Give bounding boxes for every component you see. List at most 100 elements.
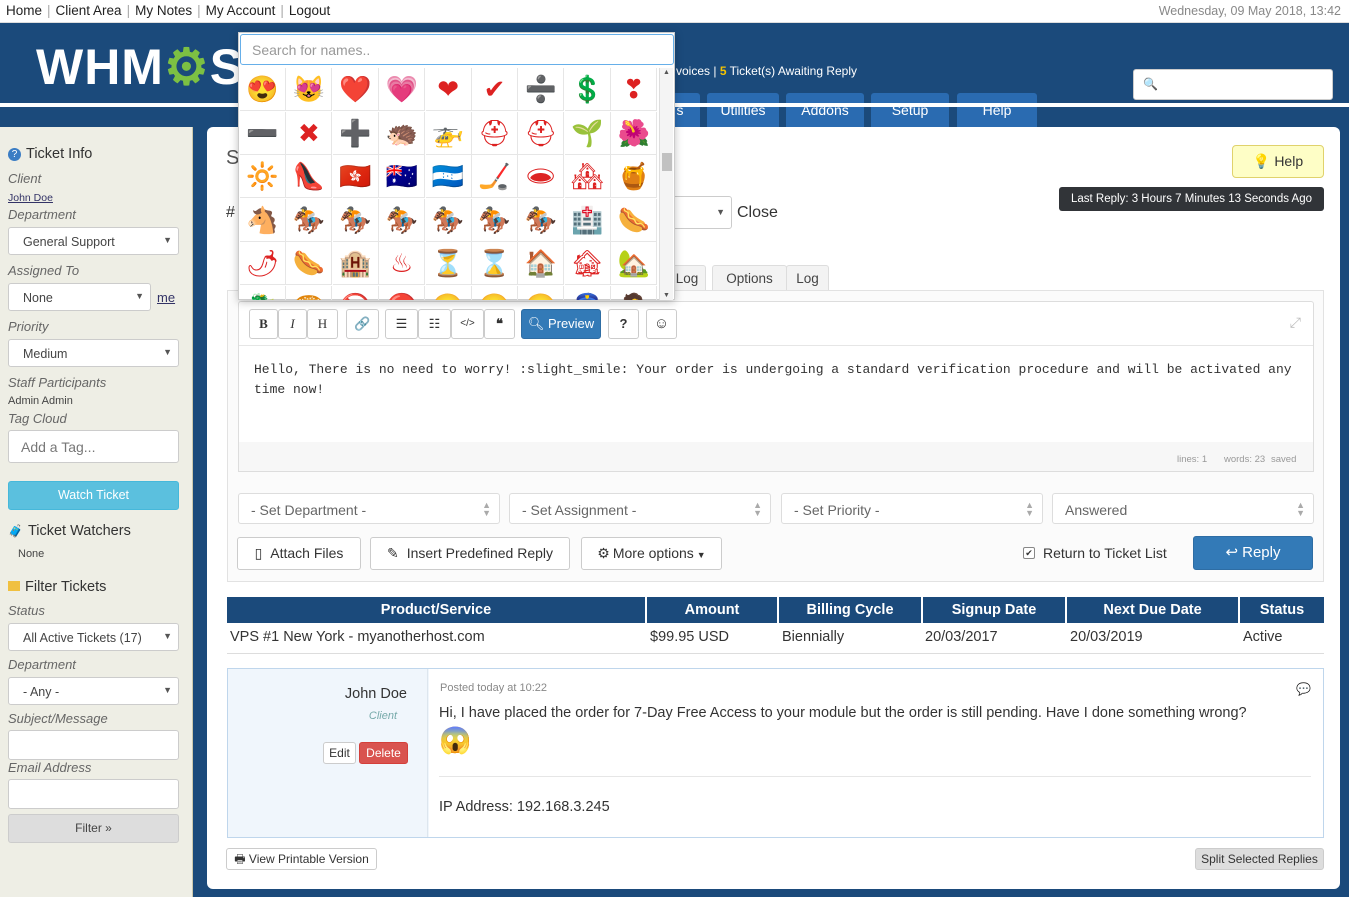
set-priority-select[interactable]: - Set Priority - ▲ ▼	[781, 493, 1043, 524]
assign-me-link[interactable]: me	[157, 290, 175, 305]
emoji-cell[interactable]: 🕳	[518, 155, 565, 199]
filter-button[interactable]: Filter »	[8, 814, 179, 843]
priority-select[interactable]: Medium ▼	[8, 339, 179, 367]
filter-department-select[interactable]: - Any - ▼	[8, 677, 179, 705]
emoji-cell[interactable]: 🇭🇲	[379, 155, 426, 199]
editor-textarea[interactable]: Hello, There is no need to worry! :sligh…	[254, 360, 1299, 400]
watch-ticket-button[interactable]: Watch Ticket	[8, 481, 179, 510]
emoji-cell[interactable]: 🌶	[240, 242, 286, 286]
nav-client-area[interactable]: Client Area	[56, 3, 122, 18]
emoji-cell[interactable]: 🔴	[379, 286, 426, 300]
tab-log[interactable]: Log	[786, 265, 829, 291]
emoji-button[interactable]: ☺	[646, 309, 677, 339]
set-assignment-select[interactable]: - Set Assignment - ▲ ▼	[509, 493, 771, 524]
delete-button[interactable]: Delete	[359, 742, 408, 764]
emoji-cell[interactable]: 🏇	[379, 198, 426, 242]
status-select[interactable]: Answered ▲ ▼	[1052, 493, 1314, 524]
assigned-select[interactable]: None ▼	[8, 283, 151, 311]
scroll-up-icon[interactable]: ▲	[663, 69, 670, 76]
more-options-button[interactable]: ⚙ More options ▼	[581, 537, 722, 570]
department-select[interactable]: General Support ▼	[8, 227, 179, 255]
nav-tab-setup[interactable]: Setup	[871, 93, 949, 128]
emoji-cell[interactable]: 🌭	[286, 242, 333, 286]
emoji-cell[interactable]: 🏡	[611, 242, 658, 286]
reply-button[interactable]: ↩ Reply	[1193, 536, 1313, 570]
emoji-cell[interactable]: 🥯	[286, 286, 333, 300]
emoji-cell[interactable]: 🏒	[472, 155, 518, 199]
emoji-cell[interactable]: 🚁	[425, 111, 472, 155]
quote-button[interactable]: ❝	[484, 309, 515, 339]
expand-icon[interactable]: ⤢	[1290, 314, 1301, 331]
set-department-select[interactable]: - Set Department - ▲ ▼	[238, 493, 500, 524]
return-to-list-checkbox[interactable]: ✔	[1023, 547, 1035, 559]
emoji-cell[interactable]: ❤	[425, 68, 472, 111]
emoji-cell[interactable]: 💲	[564, 68, 611, 111]
ticket-status-select[interactable]: ▼	[670, 196, 732, 229]
emoji-cell[interactable]: 🏇	[518, 198, 565, 242]
tab-options[interactable]: Options	[712, 265, 787, 291]
emoji-cell[interactable]: 🌺	[611, 111, 658, 155]
emoji-cell[interactable]: 🐉	[240, 286, 286, 300]
emoji-cell[interactable]: 🏚	[564, 242, 611, 286]
tag-input[interactable]: Add a Tag...	[8, 430, 179, 463]
emoji-cell[interactable]: ➖	[240, 111, 286, 155]
emoji-cell[interactable]: 👮	[565, 286, 611, 300]
nav-tab-addons[interactable]: Addons	[786, 93, 864, 128]
emoji-cell[interactable]: 💗	[379, 68, 426, 111]
link-button[interactable]: 🔗	[346, 309, 379, 339]
markdown-help-button[interactable]: ?	[608, 309, 639, 339]
close-ticket-link[interactable]: Close	[737, 204, 778, 222]
emoji-cell[interactable]: 😁	[518, 286, 565, 300]
subject-input[interactable]	[8, 730, 179, 760]
scroll-thumb[interactable]	[662, 153, 672, 171]
emoji-cell[interactable]: ✔	[472, 68, 518, 111]
awaiting-text[interactable]: Ticket(s) Awaiting Reply	[730, 64, 857, 78]
emoji-cell[interactable]: ⌛	[472, 242, 518, 286]
emoji-cell[interactable]: ✖	[286, 111, 333, 155]
insert-predefined-button[interactable]: ✎ Insert Predefined Reply	[370, 537, 570, 570]
invoices-link[interactable]: voices |	[676, 64, 716, 78]
emoji-cell[interactable]: 🏇	[286, 198, 333, 242]
emoji-cell[interactable]: 😀	[426, 286, 472, 300]
emoji-cell[interactable]: 😻	[286, 68, 333, 111]
emoji-cell[interactable]: 🐴	[240, 198, 286, 242]
bold-button[interactable]: B	[249, 309, 278, 339]
emoji-cell[interactable]: 🏇	[425, 198, 472, 242]
edit-button[interactable]: Edit	[323, 742, 356, 764]
emoji-cell[interactable]: ➕	[332, 111, 379, 155]
status-filter-select[interactable]: All Active Tickets (17) ▼	[8, 623, 179, 651]
emoji-cell[interactable]: 🚫	[333, 286, 379, 300]
emoji-cell[interactable]: ⛑	[472, 111, 518, 155]
nav-tab-help[interactable]: Help	[957, 93, 1037, 128]
emoji-scrollbar[interactable]: ▲ ▼	[659, 68, 673, 300]
emoji-cell[interactable]: 🏇	[332, 198, 379, 242]
nav-logout[interactable]: Logout	[289, 3, 330, 18]
client-link[interactable]: John Doe	[8, 192, 53, 204]
emoji-cell[interactable]: ❤️	[332, 68, 379, 111]
comment-icon[interactable]: 💬	[1296, 682, 1311, 696]
scroll-down-icon[interactable]: ▼	[663, 292, 670, 299]
emoji-cell[interactable]: 🍯	[611, 155, 658, 199]
emoji-cell[interactable]: 😍	[240, 68, 286, 111]
emoji-cell[interactable]: ⏳	[425, 242, 472, 286]
numbered-list-button[interactable]: ☷	[418, 309, 451, 339]
emoji-cell[interactable]: 🏇	[472, 198, 518, 242]
email-input[interactable]	[8, 779, 179, 809]
preview-button[interactable]: 🔍︎ Preview	[521, 309, 601, 339]
bulleted-list-button[interactable]: ☰	[385, 309, 418, 339]
split-replies-button[interactable]: Split Selected Replies	[1195, 848, 1324, 870]
emoji-cell[interactable]: 😃	[472, 286, 518, 300]
code-button[interactable]: </>	[451, 309, 484, 339]
attach-files-button[interactable]: ▯ Attach Files	[237, 537, 361, 570]
emoji-cell[interactable]: 🏘	[564, 155, 611, 199]
emoji-cell[interactable]: 🇭🇰	[332, 155, 379, 199]
italic-button[interactable]: I	[278, 309, 307, 339]
return-to-list-label[interactable]: Return to Ticket List	[1043, 545, 1167, 561]
heading-button[interactable]: H	[307, 309, 338, 339]
emoji-cell[interactable]: 🦔	[379, 111, 426, 155]
nav-tab-utilities[interactable]: Utilities	[707, 93, 779, 128]
whmcs-logo[interactable]: WHM⚙S	[36, 42, 244, 92]
header-search-input[interactable]: 🔍	[1133, 69, 1333, 100]
emoji-cell[interactable]: 🌭	[611, 198, 658, 242]
product-link[interactable]: VPS #1 New York - myanotherhost.com	[230, 629, 485, 645]
